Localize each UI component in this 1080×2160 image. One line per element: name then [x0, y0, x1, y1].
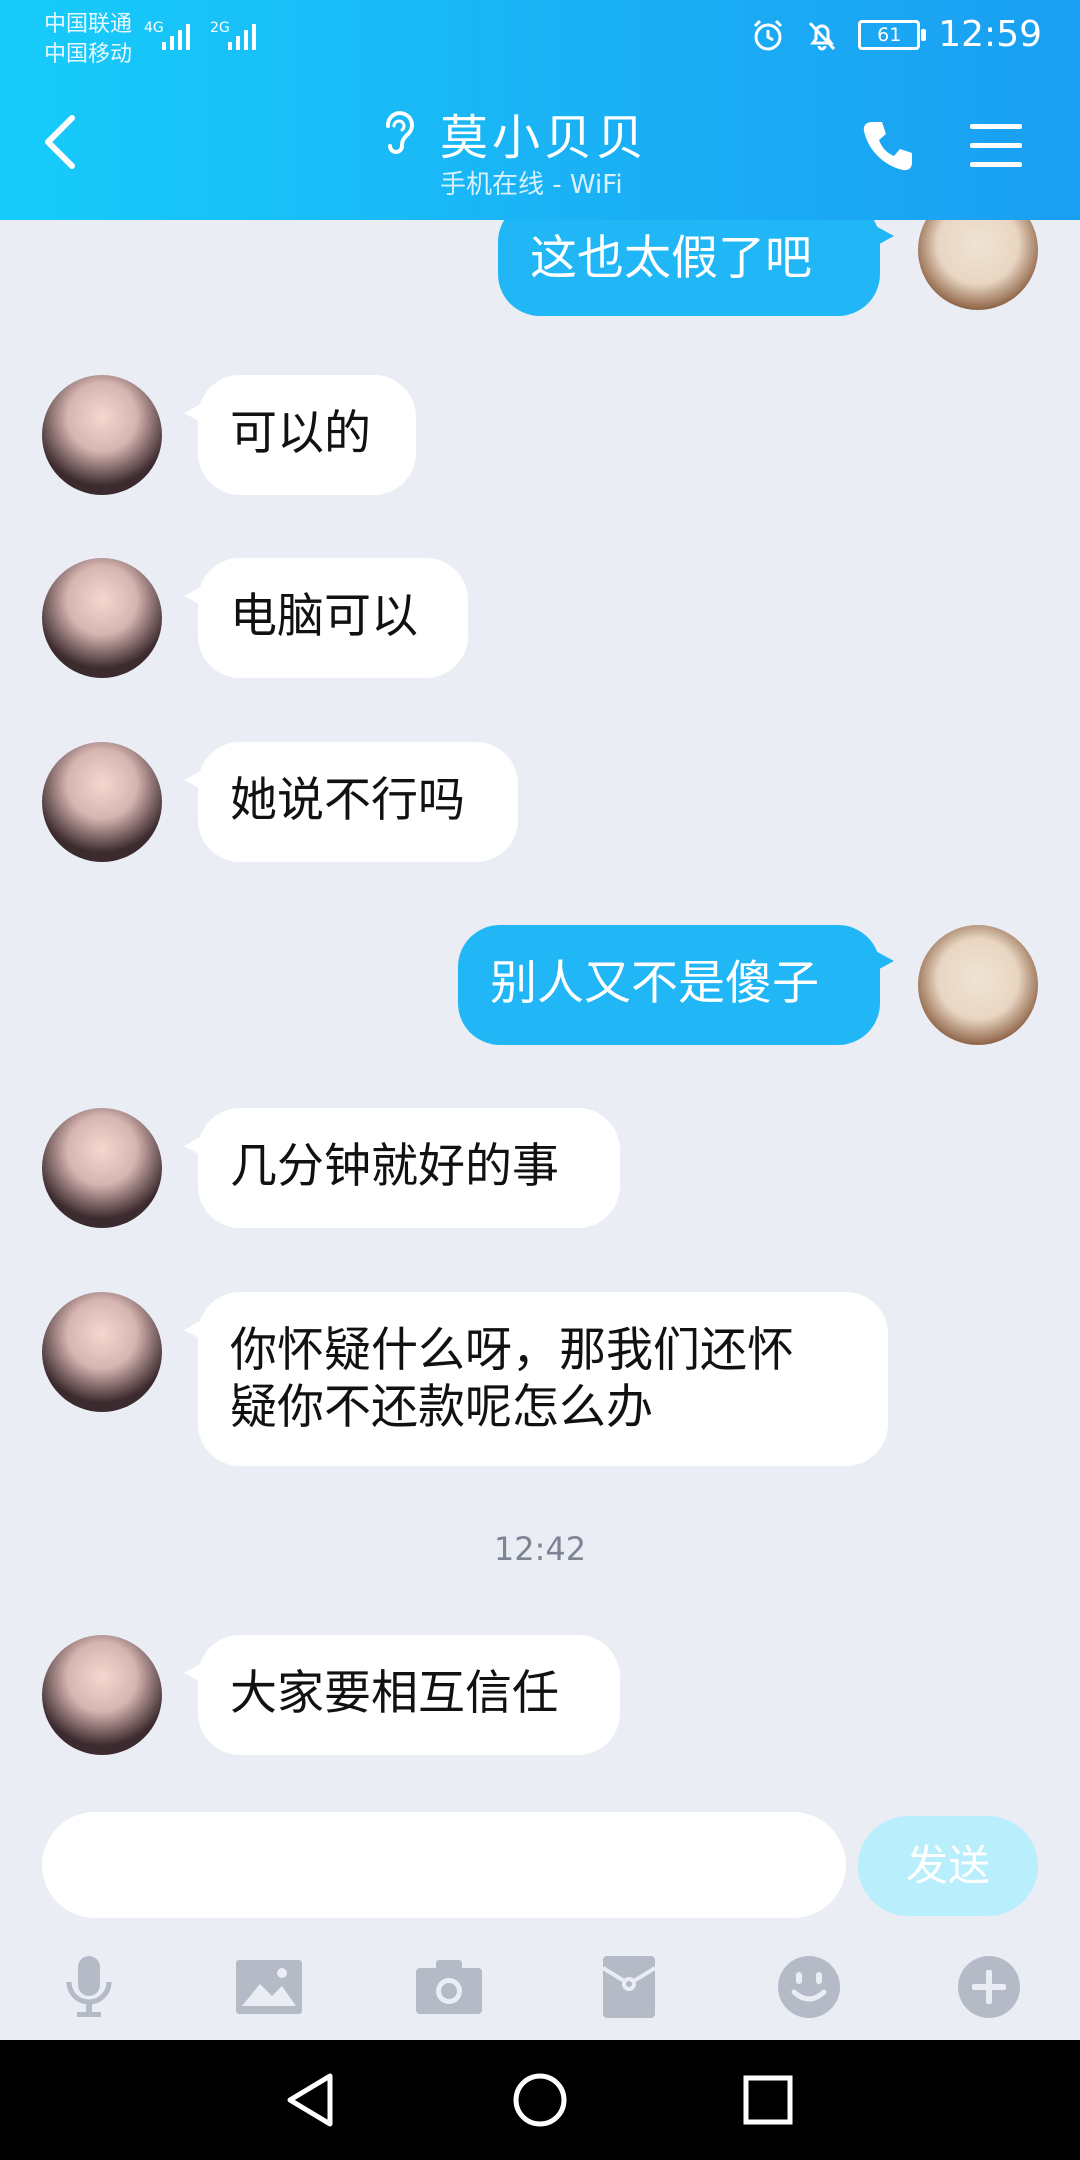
back-button[interactable] [40, 112, 80, 176]
message-text-line-2: 疑你不还款呢怎么办 [230, 1380, 653, 1435]
message-input[interactable] [42, 1812, 846, 1918]
carrier-2: 中国移动 [44, 42, 133, 67]
message-text: 几分钟就好的事 [230, 1139, 559, 1194]
red-packet-icon[interactable] [584, 1942, 674, 2032]
message-timestamp: 12:42 [493, 1530, 587, 1568]
status-time: 12:59 [938, 14, 1042, 55]
message-bubble-incoming[interactable]: 几分钟就好的事 [184, 1108, 620, 1228]
call-button[interactable] [860, 118, 916, 178]
status-right: 61 12:59 [750, 14, 1042, 55]
message-text: 别人又不是傻子 [490, 956, 819, 1011]
plus-icon[interactable] [944, 1942, 1034, 2032]
message-text-line-1: 你怀疑什么呀，那我们还怀 [230, 1323, 794, 1378]
message-bubble-incoming[interactable]: 电脑可以 [184, 558, 468, 678]
toolbar [0, 1942, 1080, 2032]
contact-avatar[interactable] [42, 1635, 162, 1755]
message-bubble-incoming[interactable]: 大家要相互信任 [184, 1635, 620, 1755]
signal-icon: 4G 2G [140, 16, 270, 64]
message-text: 电脑可以 [230, 589, 418, 644]
nav-recents-icon[interactable] [728, 2060, 808, 2140]
system-navbar [0, 2040, 1080, 2160]
contact-name: 莫小贝贝 [440, 110, 649, 166]
contact-avatar[interactable] [42, 1108, 162, 1228]
emoji-icon[interactable] [764, 1942, 854, 2032]
carrier-info: 中国联通 中国移动 [44, 10, 132, 70]
mute-bell-icon [809, 21, 836, 50]
alarm-icon [754, 19, 783, 50]
nav-back-icon[interactable] [270, 2060, 350, 2140]
camera-icon[interactable] [404, 1942, 494, 2032]
message-text: 她说不行吗 [230, 773, 465, 828]
earpiece-mode-icon[interactable] [378, 104, 416, 158]
carrier-1: 中国联通 [44, 12, 133, 37]
message-text: 这也太假了吧 [530, 231, 812, 286]
menu-button[interactable] [968, 120, 1024, 174]
contact-avatar[interactable] [42, 558, 162, 678]
battery-level: 61 [877, 23, 902, 46]
message-bubble-outgoing[interactable]: 别人又不是傻子 [458, 925, 894, 1045]
phone-icon [863, 122, 912, 171]
hamburger-icon [970, 124, 1022, 167]
contact-avatar[interactable] [42, 742, 162, 862]
contact-avatar[interactable] [42, 1292, 162, 1412]
contact-avatar[interactable] [42, 375, 162, 495]
battery-icon: 61 [858, 19, 927, 50]
net-type-2: 2G [210, 20, 230, 36]
input-area: 发送 [0, 1790, 1080, 2040]
message-bubble-incoming[interactable]: 可以的 [184, 375, 416, 495]
message-text: 大家要相互信任 [230, 1666, 559, 1721]
message-bubble-incoming[interactable]: 你怀疑什么呀，那我们还怀 疑你不还款呢怎么办 [184, 1292, 888, 1466]
chat-header: 中国联通 中国移动 4G 2G 61 12:59 莫小贝贝 手机在线 - WiF… [0, 0, 1080, 220]
send-button[interactable]: 发送 [858, 1816, 1038, 1916]
message-text: 可以的 [230, 406, 371, 461]
mic-icon[interactable] [44, 1942, 134, 2032]
chevron-left-icon [45, 115, 75, 169]
net-type-1: 4G [144, 20, 164, 36]
message-bubble-incoming[interactable]: 她说不行吗 [184, 742, 518, 862]
nav-home-icon[interactable] [500, 2060, 580, 2140]
my-avatar[interactable] [918, 925, 1038, 1045]
message-list[interactable]: 这也太假了吧 可以的 电脑可以 她说不行吗 别人又不是傻子 几分钟就好的事 你怀… [0, 190, 1080, 1790]
contact-status: 手机在线 - WiFi [440, 170, 623, 200]
image-icon[interactable] [224, 1942, 314, 2032]
